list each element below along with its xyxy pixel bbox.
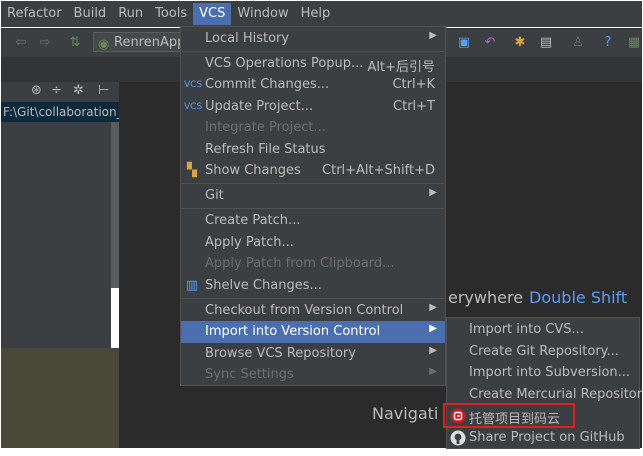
menu-item-vcs-operations-popup[interactable]: VCS Operations Popup... Alt+后引号 bbox=[181, 53, 445, 75]
run-configuration-select[interactable]: ◉ RenrenAppl bbox=[93, 32, 183, 52]
menu-item-local-history[interactable]: Local History ▶ bbox=[181, 28, 445, 50]
project-panel-header: ⊛ ÷ ✲ ⊢ bbox=[1, 82, 119, 102]
submenu-arrow-icon: ▶ bbox=[429, 302, 437, 313]
submenu-item-import-cvs[interactable]: Import into CVS... bbox=[447, 319, 639, 341]
revert-icon[interactable]: ↶ bbox=[482, 35, 498, 51]
project-tree bbox=[1, 122, 111, 348]
menu-separator bbox=[182, 51, 444, 52]
menu-item-shelve-changes[interactable]: ▥ Shelve Changes... bbox=[181, 275, 445, 297]
back-arrow-icon[interactable]: ⇦ bbox=[13, 35, 29, 51]
shortcut-label: Alt+后引号 bbox=[367, 60, 436, 75]
menu-item-update-project[interactable]: VCS Update Project... Ctrl+T bbox=[181, 96, 445, 118]
vcs-commit-icon: VCS bbox=[184, 80, 203, 90]
shortcut-label: Ctrl+K bbox=[392, 77, 435, 92]
menu-tools[interactable]: Tools bbox=[149, 3, 193, 25]
submenu-item-import-subversion[interactable]: Import into Subversion... bbox=[447, 362, 639, 384]
menu-item-show-changes[interactable]: ▚ Show Changes Ctrl+Alt+Shift+D bbox=[181, 160, 445, 182]
android-device-icon[interactable]: ♙ bbox=[570, 35, 586, 51]
menu-build[interactable]: Build bbox=[68, 3, 113, 25]
menu-item-apply-patch-clipboard: Apply Patch from Clipboard... bbox=[205, 256, 395, 271]
android-icon: ◉ bbox=[98, 37, 110, 52]
menu-separator bbox=[182, 183, 444, 184]
menu-separator bbox=[182, 298, 444, 299]
submenu-arrow-icon: ▶ bbox=[429, 323, 437, 334]
vcs-dropdown-menu: Local History ▶ VCS Operations Popup... … bbox=[180, 26, 446, 386]
project-path[interactable]: F:\Git\collaboration_ bbox=[1, 102, 121, 122]
menu-bar: Refactor Build Run Tools VCS Window Help bbox=[1, 1, 642, 27]
submenu-arrow-icon: ▶ bbox=[429, 345, 437, 356]
github-icon bbox=[450, 430, 466, 446]
menu-item-git[interactable]: Git ▶ bbox=[181, 185, 445, 207]
search-everywhere-hint: erywhere Double Shift bbox=[448, 288, 627, 307]
double-shift-shortcut: Double Shift bbox=[529, 288, 628, 307]
menu-vcs[interactable]: VCS bbox=[193, 3, 232, 25]
window-frame: Refactor Build Run Tools VCS Window Help… bbox=[0, 0, 643, 456]
project-structure-icon[interactable]: ▤ bbox=[538, 35, 554, 51]
vcs-update-icon[interactable]: ⇅ bbox=[67, 35, 83, 51]
annotation-highlight-box bbox=[443, 403, 575, 428]
gear-icon[interactable]: ✲ bbox=[73, 83, 84, 98]
run-configuration-label: RenrenAppl bbox=[114, 35, 183, 50]
help-icon[interactable]: ? bbox=[600, 35, 616, 51]
settings-wrench-icon[interactable]: ✱ bbox=[512, 35, 528, 51]
hide-panel-icon[interactable]: ⊢ bbox=[98, 83, 109, 98]
collapse-icon[interactable]: ÷ bbox=[51, 83, 62, 98]
search-everywhere-label: erywhere bbox=[448, 288, 524, 307]
device-monitor-icon[interactable]: ▦ bbox=[626, 35, 642, 51]
menu-window[interactable]: Window bbox=[231, 3, 294, 25]
menu-item-apply-patch[interactable]: Apply Patch... bbox=[181, 232, 445, 254]
submenu-item-create-git-repo[interactable]: Create Git Repository... bbox=[447, 341, 639, 363]
submenu-arrow-icon: ▶ bbox=[429, 30, 437, 41]
forward-arrow-icon[interactable]: ⇨ bbox=[37, 35, 53, 51]
shortcut-label: Ctrl+Alt+Shift+D bbox=[322, 163, 435, 178]
target-icon[interactable]: ⊛ bbox=[31, 83, 42, 98]
vcs-update-icon: VCS bbox=[184, 102, 203, 112]
menu-refactor[interactable]: Refactor bbox=[1, 3, 68, 25]
structure-panel bbox=[1, 348, 119, 448]
navigation-hint: Navigati bbox=[372, 404, 439, 423]
menu-help[interactable]: Help bbox=[295, 3, 337, 25]
submenu-arrow-icon: ▶ bbox=[429, 187, 437, 198]
shortcut-label: Ctrl+T bbox=[393, 99, 435, 114]
sdk-manager-icon[interactable]: ▣ bbox=[456, 35, 472, 51]
menu-item-refresh-file-status[interactable]: Refresh File Status bbox=[181, 139, 445, 161]
project-scrollbar[interactable] bbox=[111, 122, 119, 288]
menu-separator bbox=[182, 208, 444, 209]
menu-item-commit-changes[interactable]: VCS Commit Changes... Ctrl+K bbox=[181, 74, 445, 96]
menu-item-create-patch[interactable]: Create Patch... bbox=[181, 210, 445, 232]
menu-item-integrate-project: Integrate Project... bbox=[205, 120, 326, 135]
submenu-arrow-icon: ▶ bbox=[429, 366, 437, 377]
menu-run[interactable]: Run bbox=[112, 3, 149, 25]
menu-item-checkout-from-vcs[interactable]: Checkout from Version Control ▶ bbox=[181, 300, 445, 322]
show-changes-icon: ▚ bbox=[187, 163, 197, 178]
menu-item-import-into-vcs[interactable]: Import into Version Control ▶ bbox=[181, 321, 445, 343]
shelve-icon: ▥ bbox=[185, 278, 199, 293]
menu-item-sync-settings: Sync Settings ▶ bbox=[205, 366, 437, 382]
submenu-item-share-github[interactable]: Share Project on GitHub bbox=[447, 427, 639, 449]
import-submenu: Import into CVS... Create Git Repository… bbox=[446, 317, 643, 449]
menu-item-browse-vcs-repository[interactable]: Browse VCS Repository ▶ bbox=[181, 343, 445, 365]
